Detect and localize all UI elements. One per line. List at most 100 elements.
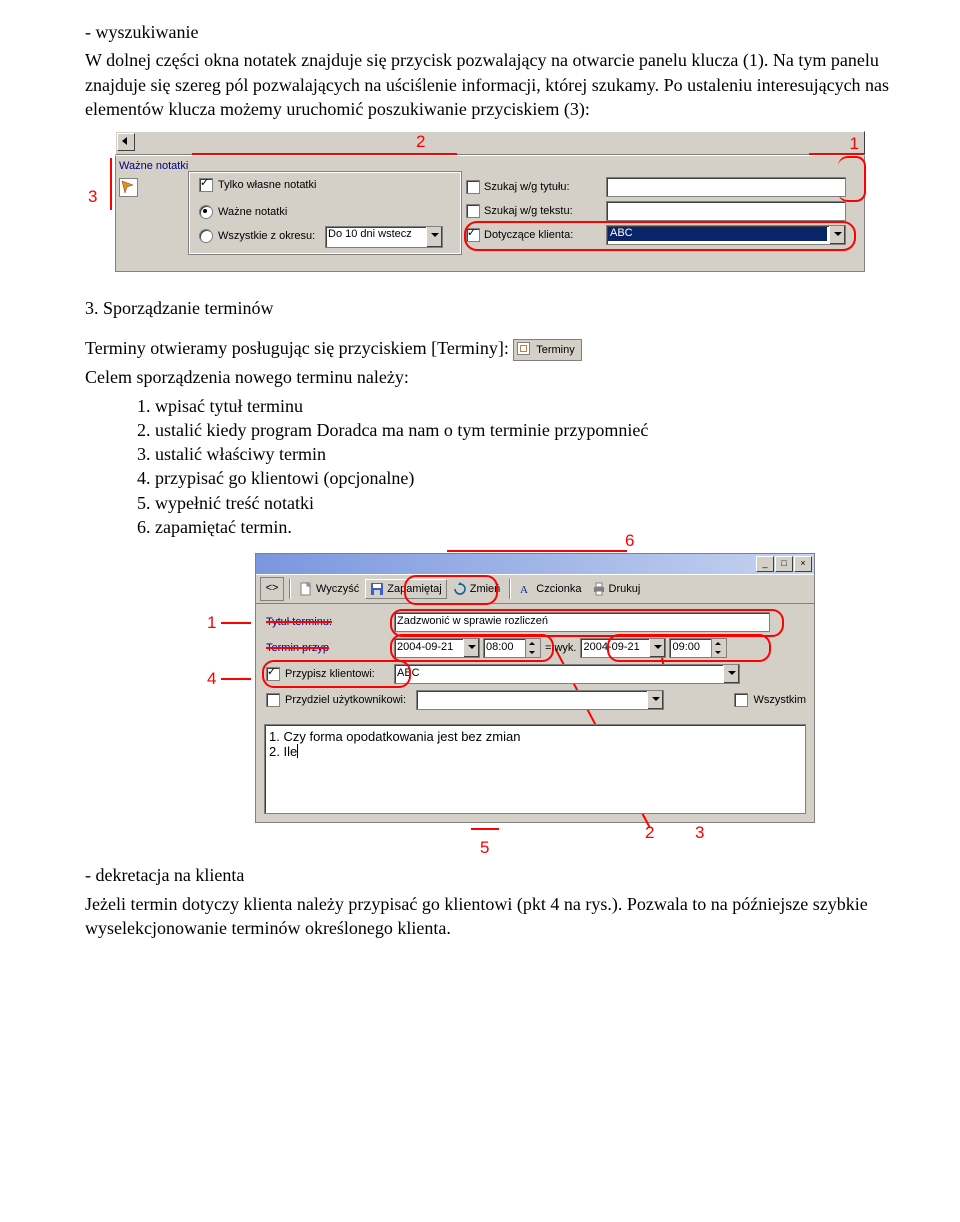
maximize-button[interactable]: □	[775, 556, 793, 572]
scroll-left-button[interactable]	[117, 133, 135, 151]
assign-client-checkbox[interactable]	[266, 667, 280, 681]
client-value: ABC	[397, 667, 420, 679]
search-icon[interactable]	[119, 178, 138, 197]
list-item: wypełnić treść notatki	[155, 491, 895, 515]
screenshot-notatki-panel: 2 1 3 Ważne notatki Tylko własne notatki…	[115, 131, 865, 272]
by-text-checkbox[interactable]	[466, 204, 480, 218]
line-terminy-2: Celem sporządzenia nowego terminu należy…	[85, 365, 895, 389]
annotation-line	[809, 153, 864, 155]
filter-group: Tylko własne notatki Ważne notatki Wszys…	[188, 171, 462, 255]
heading-search: - wyszukiwanie	[85, 20, 895, 44]
window-titlebar: _ □ ×	[256, 554, 814, 574]
print-icon	[592, 582, 606, 596]
list-item: przypisać go klientowi (opcjonalne)	[155, 466, 895, 490]
by-title-label: Szukaj w/g tytułu:	[484, 181, 602, 193]
close-button[interactable]: ×	[794, 556, 812, 572]
nav-prev-next-button[interactable]: <>	[260, 577, 284, 601]
font-button[interactable]: A Czcionka	[515, 580, 585, 598]
button-label: Drukuj	[609, 583, 641, 595]
period-dropdown[interactable]: Do 10 dni wstecz	[325, 226, 443, 248]
eq-label: = wyk.	[545, 642, 576, 654]
annotation-line	[192, 153, 457, 155]
heading-dekretacja: - dekretacja na klienta	[85, 863, 895, 887]
time-value: 09:00	[672, 641, 700, 653]
client-combo[interactable]: ABC	[394, 664, 740, 684]
spinner-icon	[711, 639, 726, 657]
annotation-ring-client	[464, 221, 856, 251]
title-input[interactable]: Zadzwonić w sprawie rozliczeń	[394, 612, 770, 632]
spinner-icon	[525, 639, 540, 657]
text-cursor-icon	[297, 744, 298, 758]
annotation-2: 2	[645, 823, 654, 843]
button-label: Terminy	[536, 344, 575, 356]
annotation-2: 2	[416, 132, 425, 152]
remind-date-input[interactable]: 2004-09-21	[394, 638, 480, 658]
all-users-label: Wszystkim	[753, 694, 806, 706]
radio-icon	[199, 205, 213, 219]
all-notes-label: Wszystkie z okresu:	[218, 230, 315, 242]
list-item: ustalić kiedy program Doradca ma nam o t…	[155, 418, 895, 442]
assign-user-label: Przydziel użytkownikowi:	[285, 694, 406, 706]
terminy-button[interactable]: Terminy	[513, 339, 581, 361]
list-item: wpisać tytuł terminu	[155, 394, 895, 418]
annotation-3: 3	[695, 823, 704, 843]
toolbar: <> Wyczyść Zapamiętaj Zmień A Czcion	[256, 574, 814, 604]
font-icon: A	[519, 582, 533, 596]
chevron-down-icon	[463, 639, 479, 657]
remind-time-input[interactable]: 08:00	[483, 638, 541, 658]
by-text-label: Szukaj w/g tekstu:	[484, 205, 602, 217]
print-button[interactable]: Drukuj	[588, 580, 645, 598]
memo-textarea[interactable]: 1. Czy forma opodatkowania jest bez zmia…	[264, 724, 806, 814]
button-label: Czcionka	[536, 583, 581, 595]
due-time-input[interactable]: 09:00	[669, 638, 727, 658]
annotation-5: 5	[480, 838, 489, 858]
line-terminy-1: Terminy otwieramy posługując się przycis…	[85, 336, 895, 361]
save-icon	[370, 582, 384, 596]
calendar-icon	[517, 342, 530, 355]
button-label: Wyczyść	[316, 583, 359, 595]
annotation-line	[110, 158, 112, 210]
change-button[interactable]: Zmień	[449, 580, 505, 598]
memo-line: 1. Czy forma opodatkowania jest bez zmia…	[269, 729, 520, 744]
chevron-down-icon	[649, 639, 665, 657]
steps-list: wpisać tytuł terminu ustalić kiedy progr…	[155, 394, 895, 540]
minimize-button[interactable]: _	[756, 556, 774, 572]
button-label: Zapamiętaj	[387, 583, 441, 595]
clear-button[interactable]: Wyczyść	[295, 580, 363, 598]
annotation-1: 1	[207, 613, 216, 633]
section-title: Ważne notatki	[119, 160, 188, 172]
memo-line: 2. Ile	[269, 744, 297, 759]
annotation-1: 1	[850, 134, 859, 154]
chevron-down-icon	[426, 227, 442, 247]
own-notes-label: Tylko własne notatki	[218, 179, 316, 191]
annotation-line	[447, 550, 627, 552]
list-item: zapamiętać termin.	[155, 515, 895, 539]
date-value: 2004-09-21	[397, 641, 453, 653]
refresh-icon	[453, 582, 467, 596]
para-dekretacja: Jeżeli termin dotyczy klienta należy prz…	[85, 892, 895, 941]
all-users-checkbox[interactable]	[734, 693, 748, 707]
save-button[interactable]: Zapamiętaj	[365, 579, 446, 599]
button-label: Zmień	[470, 583, 501, 595]
period-value: Do 10 dni wstecz	[328, 228, 412, 240]
due-date-input[interactable]: 2004-09-21	[580, 638, 666, 658]
new-icon	[299, 582, 313, 596]
annotation-3: 3	[88, 187, 97, 207]
annotation-line	[471, 828, 499, 830]
own-notes-checkbox[interactable]: Tylko własne notatki	[199, 178, 316, 192]
screenshot-terminy-window: 6 1 4 5 2 3 _ □ × <> Wyczyść	[255, 553, 815, 823]
user-combo[interactable]	[416, 690, 664, 710]
scrollbar-strip	[115, 131, 865, 155]
all-notes-radio[interactable]: Wszystkie z okresu:	[199, 229, 315, 243]
by-text-input[interactable]	[606, 201, 846, 221]
svg-text:A: A	[520, 584, 528, 596]
date-value: 2004-09-21	[583, 641, 639, 653]
assign-user-checkbox[interactable]	[266, 693, 280, 707]
text-part: Terminy otwieramy posługując się przycis…	[85, 338, 513, 358]
important-notes-radio[interactable]: Ważne notatki	[199, 205, 287, 219]
remind-label: Termin przyp	[266, 642, 394, 654]
by-title-checkbox[interactable]	[466, 180, 480, 194]
heading-terminy: 3. Sporządzanie terminów	[85, 296, 895, 320]
annotation-4: 4	[207, 669, 216, 689]
by-title-input[interactable]	[606, 177, 846, 197]
